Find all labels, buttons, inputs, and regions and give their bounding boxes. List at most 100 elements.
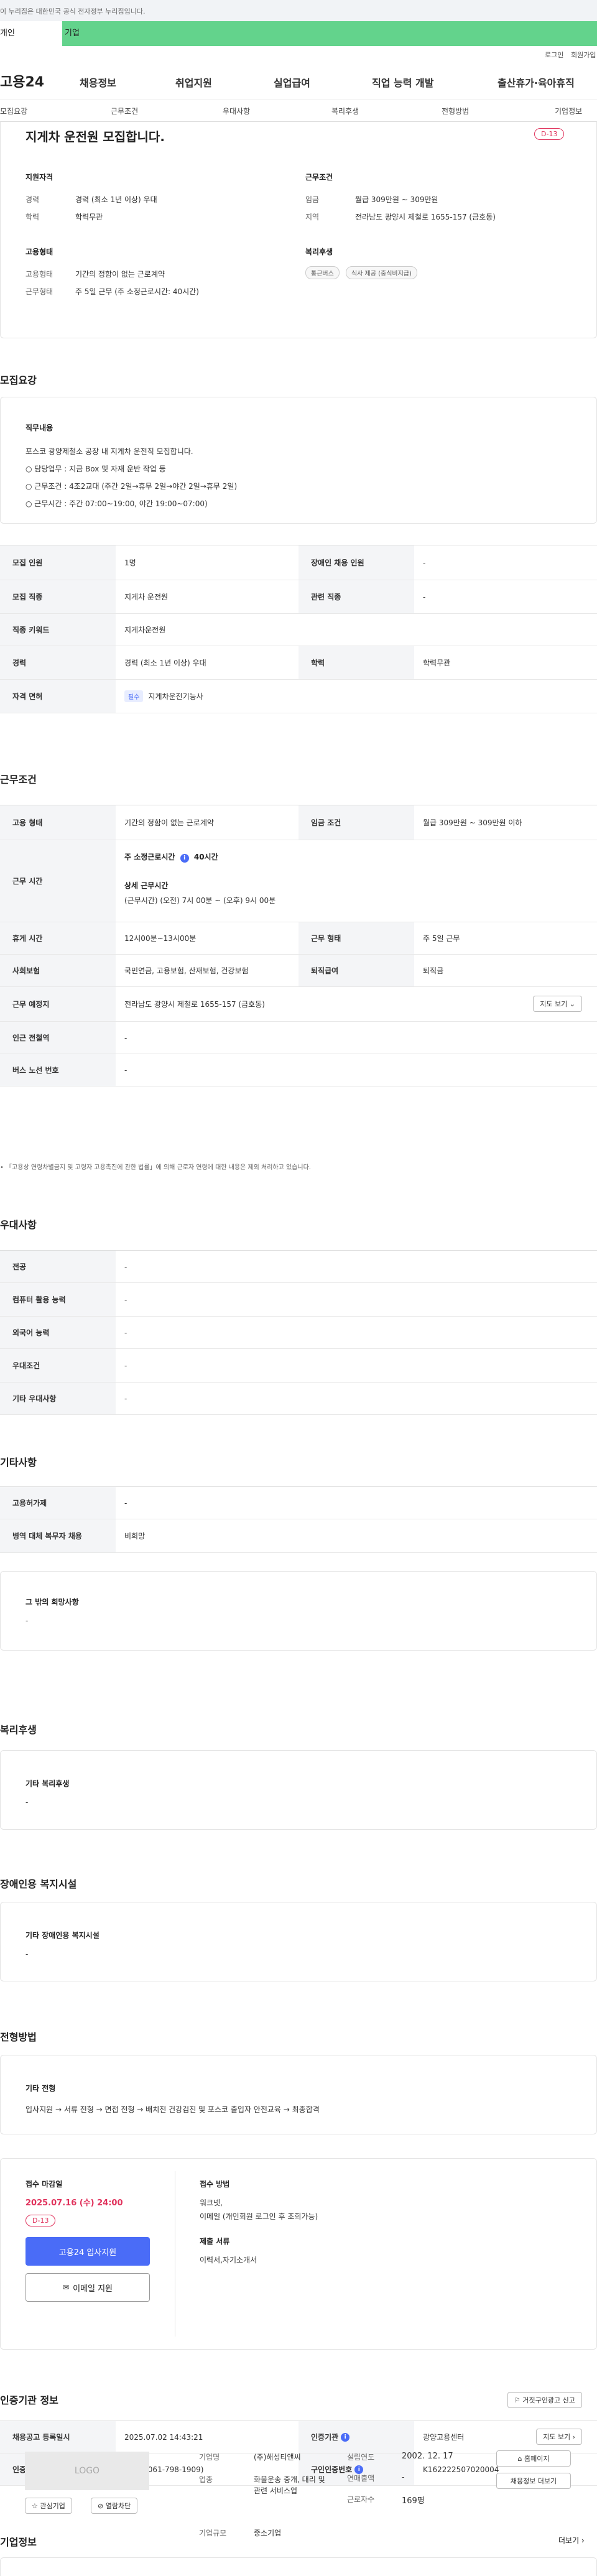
- company-sales-value: -: [402, 2473, 405, 2481]
- info-icon[interactable]: i: [180, 854, 189, 863]
- cell-header: 기타 우대사항: [0, 1383, 116, 1414]
- lnb-item-recruit[interactable]: 모집요강: [0, 106, 27, 116]
- duty-line: ○ 담당업무 : 지금 Box 및 자재 운반 작업 등: [25, 465, 166, 473]
- welfare-heading: 복리후생: [305, 248, 333, 256]
- lnb-item-company[interactable]: 기업정보: [555, 106, 582, 116]
- cell-header: 인근 전철역: [0, 1022, 116, 1054]
- company-emp-value: 169명: [402, 2496, 425, 2506]
- docs-heading: 제출 서류: [200, 2237, 230, 2246]
- emp-type-label: 고용형태: [25, 270, 53, 279]
- process-card-heading: 기타 전형: [25, 2084, 56, 2093]
- etc-heading: 기타사항: [0, 1457, 37, 1468]
- apply-button[interactable]: 고용24 입사지원: [25, 2237, 150, 2266]
- cell-header: 고용허가제: [0, 1487, 116, 1519]
- table-row: 병역 대체 복무자 채용 비희망: [0, 1519, 597, 1553]
- cell-header: 사회보험: [0, 955, 116, 986]
- homepage-button[interactable]: ⌂ 홈페이지: [496, 2450, 571, 2467]
- map-view-button[interactable]: 지도 보기 ⌄: [533, 996, 582, 1012]
- tab-business[interactable]: 기업: [62, 21, 597, 46]
- agency-heading: 인증기관 정보: [0, 2394, 58, 2406]
- block-label: 열람차단: [105, 2502, 131, 2510]
- duty-line: ○ 근무시간 : 주간 07:00~19:00, 야간 19:00~07:00): [25, 499, 208, 508]
- cell-value: -: [124, 1498, 127, 1508]
- table-row: 사회보험 국민연금, 고용보험, 산재보험, 건강보험 퇴직급여 퇴직금: [0, 955, 597, 987]
- main-content: 지게차 운전원 모집합니다. D-13 지원자격 경력 경력 (최소 1년 이상…: [0, 122, 597, 2576]
- gnb-item-support[interactable]: 취업지원: [175, 75, 212, 90]
- cell-header: 외국어 능력: [0, 1317, 116, 1348]
- cell-value: -: [124, 1065, 127, 1075]
- join-link[interactable]: 회원가입: [571, 50, 596, 60]
- process-card: 기타 전형 입사지원 → 서류 전형 → 면접 전형 → 배치전 건강검진 및 …: [0, 2055, 597, 2134]
- cell-value: 전라남도 광양시 제철로 1655-157 (금호동): [124, 1000, 265, 1009]
- block-view-button[interactable]: ⊘ 열람차단: [91, 2498, 138, 2514]
- job-title: 지게차 운전원 모집합니다.: [25, 129, 165, 144]
- table-row: 모집 직종 지게차 운전원 관련 직종 -: [0, 580, 597, 614]
- table-row: 근무 예정지 전라남도 광양시 제철로 1655-157 (금호동) 지도 보기…: [0, 987, 597, 1022]
- work-table: 고용 형태 기간의 정함이 없는 근로계약 임금 조건 월급 309만원 ~ 3…: [0, 805, 597, 1086]
- site-logo[interactable]: 고용24: [0, 71, 44, 91]
- table-row: 경력 경력 (최소 1년 이상) 우대 학력 학력무관: [0, 646, 597, 680]
- welfare-card-heading: 기타 복리후생: [25, 1779, 70, 1788]
- cell-header: 컴퓨터 활용 능력: [0, 1283, 116, 1316]
- lnb-item-work[interactable]: 근무조건: [111, 106, 138, 116]
- work-form-label: 근무형태: [25, 287, 53, 296]
- home-icon: ⌂: [517, 2455, 522, 2463]
- cell-value: -: [124, 1262, 127, 1271]
- star-icon: ☆: [32, 2502, 38, 2510]
- company-biz-value: 화물운송 중개, 대리 및 관련 서비스업: [254, 2475, 325, 2495]
- wage-label: 임금: [305, 195, 320, 204]
- cell-value: -: [124, 1295, 127, 1304]
- gnb-item-jobs[interactable]: 채용정보: [80, 75, 116, 90]
- cell-header: 임금 조건: [298, 805, 414, 840]
- career-value: 경력 (최소 1년 이상) 우대: [75, 195, 157, 204]
- login-link[interactable]: 로그인: [545, 50, 563, 60]
- cell-header: 모집 직종: [0, 580, 116, 613]
- cell-header: 휴게 시간: [0, 922, 116, 954]
- gnb-item-benefit[interactable]: 실업급여: [274, 75, 310, 90]
- false-ad-report-button[interactable]: ⚐ 거짓구인광고 신고: [507, 2392, 582, 2408]
- docs-value: 이력서,자기소개서: [200, 2256, 257, 2264]
- table-row: 고용 형태 기간의 정함이 없는 근로계약 임금 조건 월급 309만원 ~ 3…: [0, 805, 597, 840]
- cell-header: 병역 대체 복무자 채용: [0, 1519, 116, 1552]
- gnb-item-leave[interactable]: 출산휴가·육아휴직: [497, 75, 575, 90]
- gnb-item-training[interactable]: 직업 능력 개발: [372, 75, 433, 90]
- gov-banner: 이 누리집은 대한민국 공식 전자정부 누리집입니다.: [0, 0, 597, 21]
- company-year-label: 설립연도: [347, 2453, 375, 2462]
- email-apply-button[interactable]: ✉ 이메일 지원: [25, 2273, 150, 2302]
- table-row: 우대조건 -: [0, 1349, 597, 1383]
- work-heading: 근무조건: [0, 774, 37, 785]
- table-row: 근무 시간 주 소정근로시간 i 40시간 상세 근무시간 (근무시간) (오전…: [0, 840, 597, 922]
- email-apply-label: 이메일 지원: [73, 2284, 113, 2294]
- cell-value: -: [423, 592, 426, 601]
- company-jobs-button[interactable]: 채용정보 더보기: [496, 2473, 571, 2489]
- cell-header: 모집 인원: [0, 545, 116, 580]
- lnb-item-process[interactable]: 전형방법: [442, 106, 469, 116]
- cell-header: 관련 직종: [298, 580, 414, 613]
- loc-value: 전라남도 광양시 제철로 1655-157 (금호동): [355, 213, 496, 221]
- welfare-card-value: -: [25, 1798, 29, 1807]
- cell-value: 필수 지게차운전기능사: [124, 680, 203, 713]
- lnb-item-welfare[interactable]: 복리후생: [331, 106, 359, 116]
- weekly-hours: 주 소정근로시간 i 40시간: [124, 851, 218, 863]
- lnb-item-pref[interactable]: 우대사항: [223, 106, 250, 116]
- deadline-value: 2025.07.16 (수) 24:00: [25, 2198, 123, 2208]
- interest-label: 관심기업: [40, 2502, 65, 2510]
- dday-badge: D-13: [534, 128, 565, 140]
- emp-heading: 고용형태: [25, 248, 53, 256]
- tab-personal[interactable]: 개인: [0, 21, 62, 46]
- apply-dday-badge: D-13: [25, 2215, 56, 2226]
- cell-value: 지게차 운전원: [124, 593, 169, 601]
- duty-line: ○ 근무조건 : 4조2교대 (주간 2일→휴무 2일→야간 2일→휴무 2일): [25, 482, 238, 491]
- process-heading: 전형방법: [0, 2031, 37, 2043]
- company-size-label: 기업규모: [199, 2529, 227, 2537]
- required-badge: 필수: [124, 690, 144, 702]
- util-links: 로그인 회원가입: [0, 46, 597, 62]
- cell-value: -: [124, 1394, 127, 1403]
- recruit-table: 모집 인원 1명 장애인 채용 인원 - 모집 직종 지게차 운전원 관련 직종…: [0, 545, 597, 713]
- work-form-value: 주 5일 근무 (주 소정근로시간: 40시간): [75, 287, 199, 296]
- cell-header: 근무 시간: [0, 840, 116, 922]
- table-row: 고용허가제 -: [0, 1487, 597, 1519]
- interest-company-button[interactable]: ☆ 관심기업: [25, 2498, 72, 2514]
- gov-banner-text: 이 누리집은 대한민국 공식 전자정부 누리집입니다.: [0, 7, 146, 16]
- table-row: 버스 노선 번호 -: [0, 1054, 597, 1086]
